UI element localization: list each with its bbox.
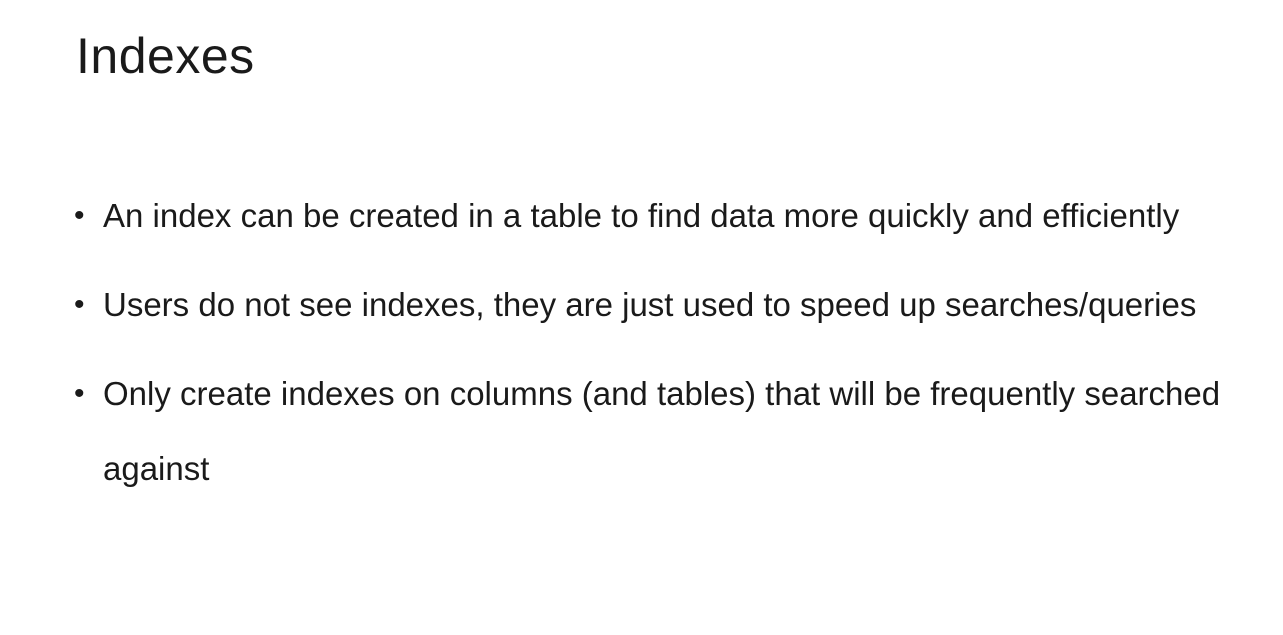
bullet-dot-icon: • — [74, 377, 85, 410]
bullet-dot-icon: • — [74, 288, 85, 321]
bullet-dot-icon: • — [74, 199, 85, 232]
bullet-text: Only create indexes on columns (and tabl… — [103, 375, 1221, 487]
bullet-list: • An index can be created in a table to … — [70, 178, 1260, 520]
bullet-text: An index can be created in a table to fi… — [103, 197, 1180, 234]
bullet-item: • An index can be created in a table to … — [70, 178, 1260, 253]
slide: Indexes • An index can be created in a t… — [0, 0, 1283, 635]
slide-title: Indexes — [76, 28, 255, 84]
bullet-item: • Only create indexes on columns (and ta… — [70, 356, 1260, 506]
bullet-text: Users do not see indexes, they are just … — [103, 286, 1197, 323]
bullet-item: • Users do not see indexes, they are jus… — [70, 267, 1260, 342]
